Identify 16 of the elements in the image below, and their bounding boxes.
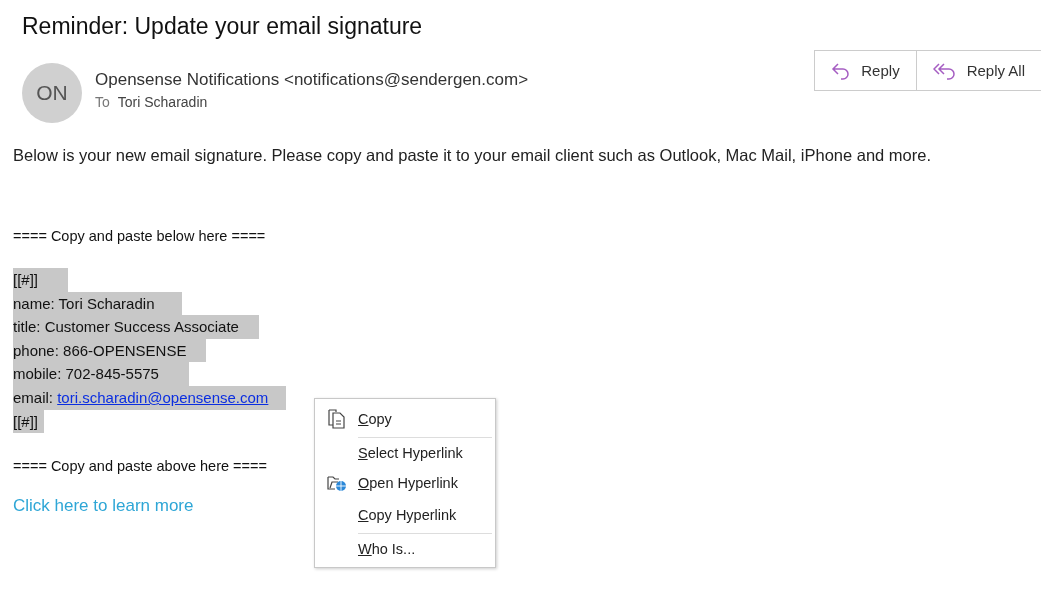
copy-icon — [326, 408, 347, 429]
menu-item[interactable]: Open Hyperlink — [315, 468, 495, 498]
email-link[interactable]: tori.scharadin@opensense.com — [57, 388, 269, 406]
sender-address: Opensense Notifications <notifications@sendergen.com> — [95, 70, 529, 90]
intro-text: Below is your new email signature. Please copy and paste it to your email client such as Outlook, Mac Mail, iPhone and more. — [13, 146, 933, 165]
sender-avatar: ON — [22, 63, 82, 123]
folder-globe-icon — [326, 474, 347, 492]
reply-icon — [831, 61, 852, 80]
menu-item[interactable]: Who Is... — [315, 534, 495, 564]
recipient-name: Tori Scharadin — [117, 94, 208, 110]
to-label: To — [95, 94, 110, 110]
end-marker: ==== Copy and paste above here ==== — [13, 458, 268, 475]
email-subject: Reminder: Update your email signature — [22, 13, 423, 40]
reply-all-icon — [932, 61, 957, 80]
menu-item[interactable]: Select Hyperlink — [315, 438, 495, 468]
start-marker: ==== Copy and paste below here ==== — [13, 228, 267, 244]
